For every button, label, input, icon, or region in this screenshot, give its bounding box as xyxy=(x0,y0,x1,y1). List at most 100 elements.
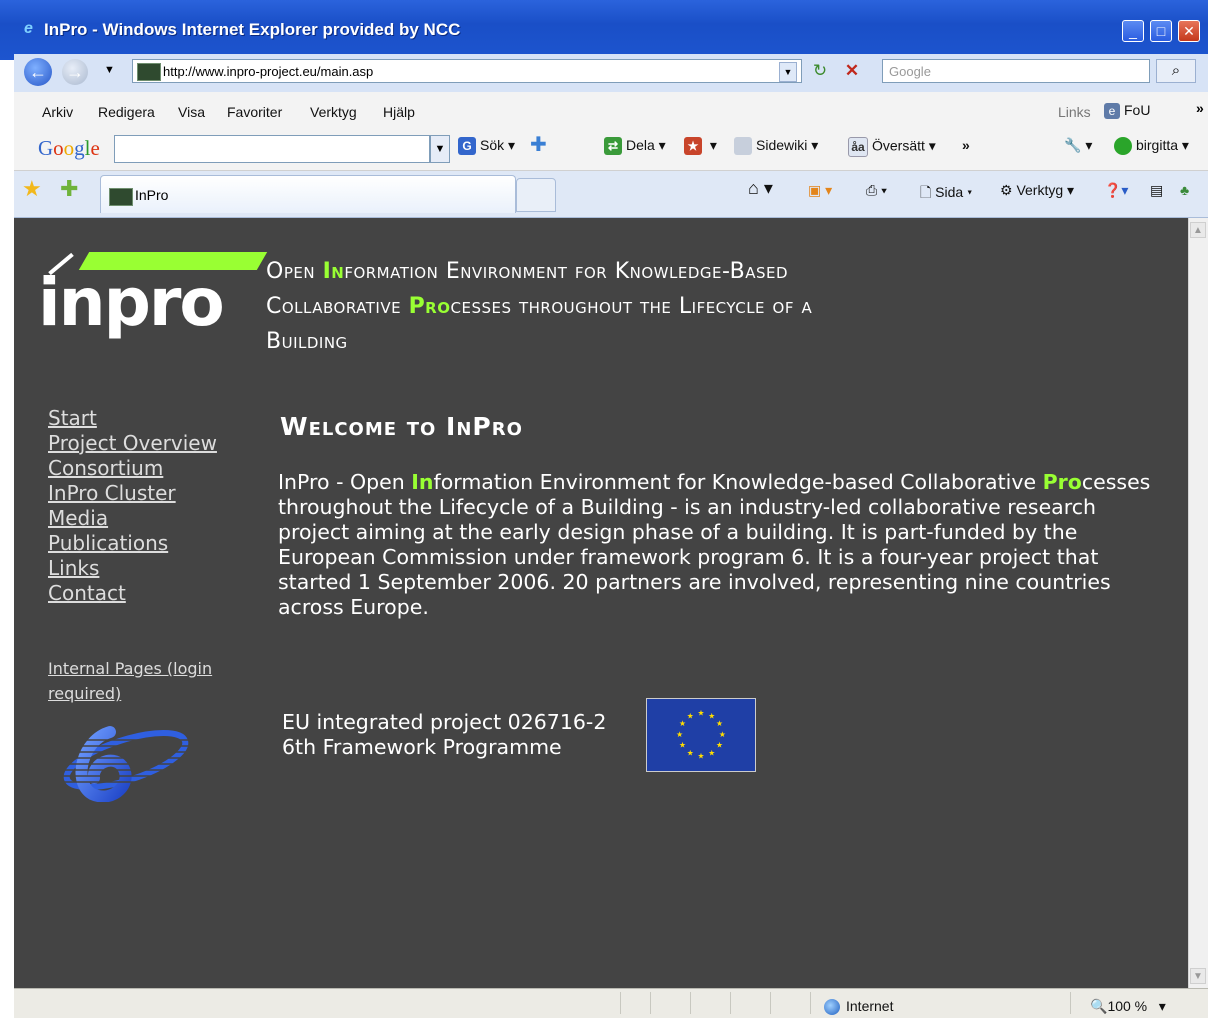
fp6-logo xyxy=(52,726,192,802)
svg-text:★: ★ xyxy=(716,741,723,750)
svg-text:★: ★ xyxy=(698,751,705,760)
status-divider xyxy=(730,992,731,1014)
print-icon[interactable]: ⎙ ▾ xyxy=(866,182,887,199)
maximize-icon[interactable]: □ xyxy=(1150,20,1172,42)
status-divider xyxy=(1070,992,1071,1014)
vertical-scrollbar[interactable] xyxy=(1188,218,1208,988)
sidewiki-button[interactable]: Sidewiki ▾ xyxy=(734,137,818,156)
settings-wrench-icon[interactable]: 🔧 ▾ xyxy=(1064,137,1092,154)
inpro-logo: inpro xyxy=(36,252,268,352)
close-icon[interactable]: ✕ xyxy=(1178,20,1200,42)
research-icon[interactable]: ▤ xyxy=(1150,182,1163,199)
fou-link[interactable]: e FoU xyxy=(1104,102,1151,120)
zoom-icon: 🔍 xyxy=(1090,998,1108,1014)
menu-favoriter[interactable]: Favoriter xyxy=(227,104,282,120)
more-chevron-icon[interactable]: » xyxy=(962,137,970,153)
ie-page-icon: e xyxy=(1104,103,1120,120)
share-button[interactable]: ⇄ Dela ▾ xyxy=(604,137,666,156)
tools-menu-button[interactable]: ⚙ Verktyg ▾ xyxy=(1000,182,1074,199)
page-icon: 🗋 xyxy=(920,184,932,200)
status-bar xyxy=(14,988,1208,1018)
logo-text: inpro xyxy=(38,264,225,341)
svg-text:★: ★ xyxy=(687,711,694,720)
translate-icon: åa xyxy=(848,137,868,157)
menu-visa[interactable]: Visa xyxy=(178,104,205,120)
nav-link-inpro-cluster[interactable]: InPro Cluster xyxy=(48,481,217,506)
user-status-icon xyxy=(1114,137,1132,156)
new-tab-button[interactable] xyxy=(516,178,556,212)
help-icon[interactable]: ❓▾ xyxy=(1104,182,1128,199)
gear-icon: ⚙ xyxy=(1000,182,1013,198)
search-input[interactable]: Google xyxy=(882,59,1150,83)
bookmark-button[interactable]: ★ ▾ xyxy=(684,137,717,156)
eu-project-text: EU integrated project 026716-2 6th Frame… xyxy=(282,710,606,760)
scroll-down-icon[interactable]: ▼ xyxy=(1190,968,1206,984)
plus-icon[interactable]: ✚ xyxy=(530,132,547,157)
url-dropdown-icon[interactable]: ▼ xyxy=(779,62,797,82)
page-header-title: Open Information Environment for Knowled… xyxy=(266,259,813,354)
window-title: InPro - Windows Internet Explorer provid… xyxy=(44,20,461,39)
google-dropdown-icon[interactable]: ▼ xyxy=(430,135,450,163)
fou-label: FoU xyxy=(1124,102,1151,118)
sidewiki-icon xyxy=(734,137,752,156)
refresh-button[interactable]: ↻ xyxy=(808,59,832,83)
forward-button[interactable]: → xyxy=(62,59,88,85)
svg-text:★: ★ xyxy=(719,730,726,739)
feeds-icon[interactable]: ▣ ▾ xyxy=(808,182,832,199)
messenger-icon[interactable]: ♣ xyxy=(1180,182,1189,198)
menu-hjalp[interactable]: Hjälp xyxy=(383,104,415,120)
nav-link-start[interactable]: Start xyxy=(48,406,217,431)
status-divider xyxy=(620,992,621,1014)
nav-link-publications[interactable]: Publications xyxy=(48,531,217,556)
favorites-star-icon[interactable]: ★ xyxy=(22,176,42,202)
url-field[interactable]: http://www.inpro-project.eu/main.asp ▼ xyxy=(132,59,802,83)
zoom-control[interactable]: 🔍100 % ▾ xyxy=(1090,998,1166,1015)
search-icon[interactable]: ⌕ xyxy=(1156,59,1196,83)
svg-text:★: ★ xyxy=(676,730,683,739)
user-account-button[interactable]: birgitta ▾ xyxy=(1114,137,1189,156)
links-label[interactable]: Links xyxy=(1058,104,1091,120)
welcome-heading: Welcome to InPro xyxy=(280,412,523,441)
status-divider xyxy=(770,992,771,1014)
tab-label: InPro xyxy=(135,187,169,203)
status-divider xyxy=(810,992,811,1014)
scroll-up-icon[interactable]: ▲ xyxy=(1190,222,1206,238)
menu-verktyg[interactable]: Verktyg xyxy=(310,104,357,120)
ie-logo-icon: e xyxy=(24,20,33,37)
share-icon: ⇄ xyxy=(604,137,622,156)
back-button[interactable]: ← xyxy=(24,58,52,86)
nav-link-media[interactable]: Media xyxy=(48,506,217,531)
stop-button[interactable]: ✕ xyxy=(840,59,864,83)
security-zone[interactable]: Internet xyxy=(824,998,893,1016)
svg-text:★: ★ xyxy=(708,711,715,720)
eu-programme-line: 6th Framework Programme xyxy=(282,735,562,759)
nav-link-project-overview[interactable]: Project Overview xyxy=(48,431,217,456)
google-logo: Google xyxy=(38,136,100,160)
add-favorite-icon[interactable]: ✚ xyxy=(60,176,78,202)
google-search-input[interactable] xyxy=(114,135,430,163)
minimize-icon[interactable]: _ xyxy=(1122,20,1144,42)
home-icon[interactable]: ⌂ ▾ xyxy=(748,178,773,199)
status-divider xyxy=(650,992,651,1014)
svg-text:★: ★ xyxy=(716,719,723,728)
svg-text:★: ★ xyxy=(687,748,694,757)
nav-link-links[interactable]: Links xyxy=(48,556,217,581)
internal-pages-link[interactable]: Internal Pages (login required) xyxy=(48,656,248,706)
eu-project-line: EU integrated project 026716-2 xyxy=(282,710,607,734)
intro-paragraph: InPro - Open Information Environment for… xyxy=(278,470,1151,619)
page-menu-button[interactable]: 🗋 Sida ▾ xyxy=(920,182,972,206)
zoom-dropdown-icon: ▾ xyxy=(1151,998,1166,1014)
translate-button[interactable]: åa Översätt ▾ xyxy=(848,137,936,157)
recent-pages-dropdown-icon[interactable]: ▼ xyxy=(104,64,115,76)
svg-text:★: ★ xyxy=(698,709,705,718)
menu-redigera[interactable]: Redigera xyxy=(98,104,155,120)
tab-inpro[interactable]: InPro xyxy=(100,175,516,213)
menu-arkiv[interactable]: Arkiv xyxy=(42,104,73,120)
chevron-right-icon[interactable]: » xyxy=(1196,100,1204,116)
google-search-button[interactable]: G Sök ▾ xyxy=(458,137,515,156)
svg-text:★: ★ xyxy=(679,719,686,728)
bookmark-icon: ★ xyxy=(684,137,702,156)
nav-link-consortium[interactable]: Consortium xyxy=(48,456,217,481)
eu-flag-icon: ★ ★★ ★★★ ★★★ ★★★ xyxy=(646,698,756,772)
nav-link-contact[interactable]: Contact xyxy=(48,581,217,606)
